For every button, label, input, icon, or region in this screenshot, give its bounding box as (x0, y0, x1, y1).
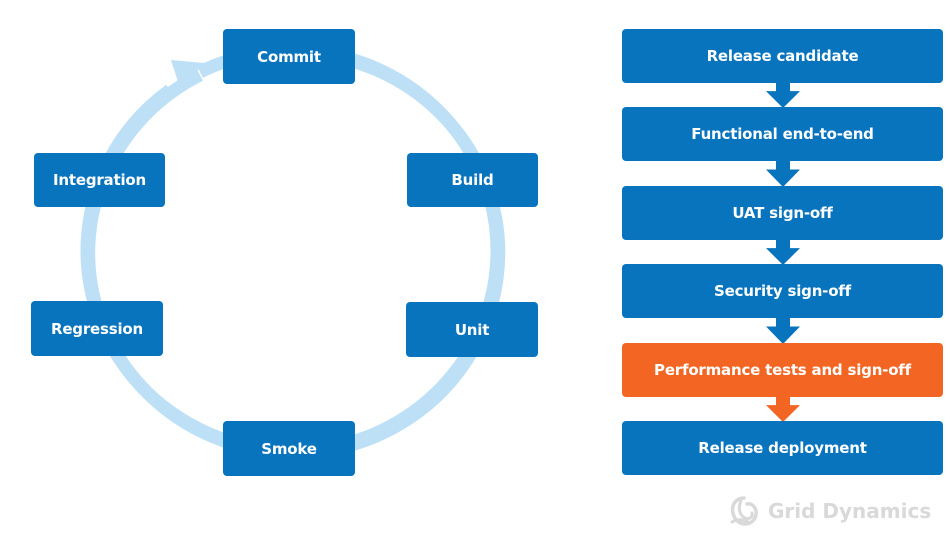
pipeline-step-label: Release deployment (698, 439, 867, 457)
pipeline-step-label: UAT sign-off (732, 204, 833, 222)
pipeline-step-label: Release candidate (706, 47, 859, 65)
pipeline-step: Performance tests and sign-off (622, 343, 943, 397)
logo-text: Grid Dynamics (768, 499, 932, 523)
cycle-stage-smoke: Smoke (223, 421, 355, 476)
cycle-stage-label: Regression (50, 319, 143, 338)
cycle-stage-commit: Commit (223, 29, 355, 84)
pipeline-step: Security sign-off (622, 264, 943, 318)
cycle-stage-label: Build (451, 171, 494, 189)
cycle-stage-label: Commit (257, 47, 321, 66)
pipeline-step-label: Functional end-to-end (691, 125, 874, 143)
cycle-stage-regression: Regression (31, 301, 163, 356)
cycle-stage-label: Smoke (261, 439, 317, 458)
down-arrow-icon (766, 82, 800, 108)
cycle-stage-unit: Unit (406, 302, 538, 357)
pipeline-step: UAT sign-off (622, 186, 943, 240)
down-arrow-icon (766, 160, 800, 187)
down-arrow-icon (766, 239, 800, 265)
pipeline-step: Release candidate (622, 29, 943, 83)
pipeline-step-label: Performance tests and sign-off (654, 361, 911, 379)
cycle-ring-arc-main (82, 55, 506, 460)
down-arrow-icon (766, 396, 800, 422)
grid-dynamics-logo: Grid Dynamics (728, 495, 931, 527)
down-arrow-icon (766, 317, 800, 344)
pipeline-step: Release deployment (622, 421, 943, 475)
pipeline-step-label: Security sign-off (714, 282, 851, 300)
cycle-stage-label: Integration (53, 171, 146, 189)
pipeline-step: Functional end-to-end (622, 107, 943, 161)
cycle-stage-label: Unit (454, 320, 490, 339)
cycle-stage-build: Build (407, 153, 538, 207)
cycle-stage-integration: Integration (34, 153, 165, 207)
grid-dynamics-logo-icon (730, 496, 758, 526)
